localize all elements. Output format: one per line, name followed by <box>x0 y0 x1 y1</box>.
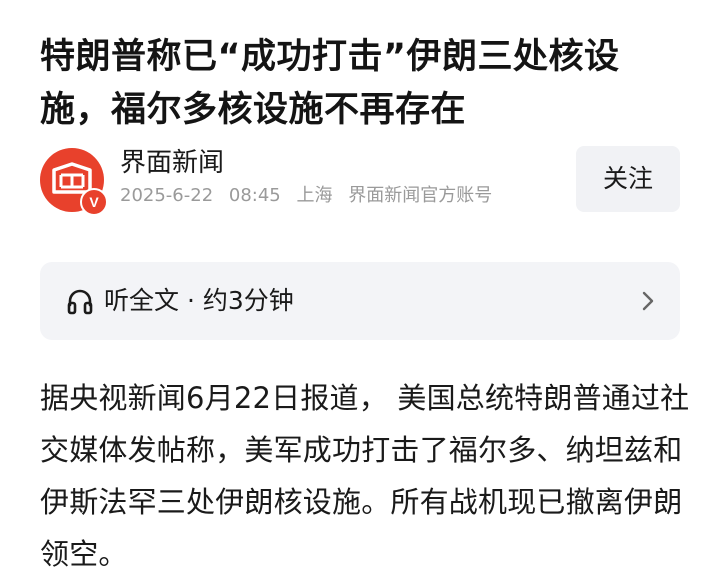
verified-badge: V <box>80 188 108 216</box>
publish-date: 2025-6-22 <box>120 185 214 206</box>
listen-duration: 约3分钟 <box>202 286 294 315</box>
follow-button[interactable]: 关注 <box>576 146 680 212</box>
article-meta: 2025-6-22 08:45 上海 界面新闻官方账号 <box>120 184 502 208</box>
article-title: 特朗普称已“成功打击”伊朗三处核设施，福尔多核设施不再存在 <box>40 37 620 131</box>
author-row: V 界面新闻 2025-6-22 08:45 上海 界面新闻官方账号 关注 <box>40 144 680 216</box>
account-type: 界面新闻官方账号 <box>348 185 493 206</box>
listen-title: 听全文 <box>104 286 180 315</box>
article-body: 据央视新闻6月22日报道， 美国总统特朗普通过社交媒体发帖称，美军成功打击了福尔… <box>40 381 690 571</box>
publish-time: 08:45 <box>228 185 281 206</box>
chevron-right-icon <box>642 291 654 311</box>
author-avatar[interactable]: V <box>40 148 108 216</box>
listen-separator: · <box>186 286 195 315</box>
author-name[interactable]: 界面新闻 <box>120 146 224 180</box>
publish-location: 上海 <box>296 185 333 206</box>
listen-label: 听全文 · 约3分钟 <box>104 262 294 340</box>
headphones-icon <box>67 289 93 315</box>
listen-full-text-bar[interactable]: 听全文 · 约3分钟 <box>40 262 680 340</box>
